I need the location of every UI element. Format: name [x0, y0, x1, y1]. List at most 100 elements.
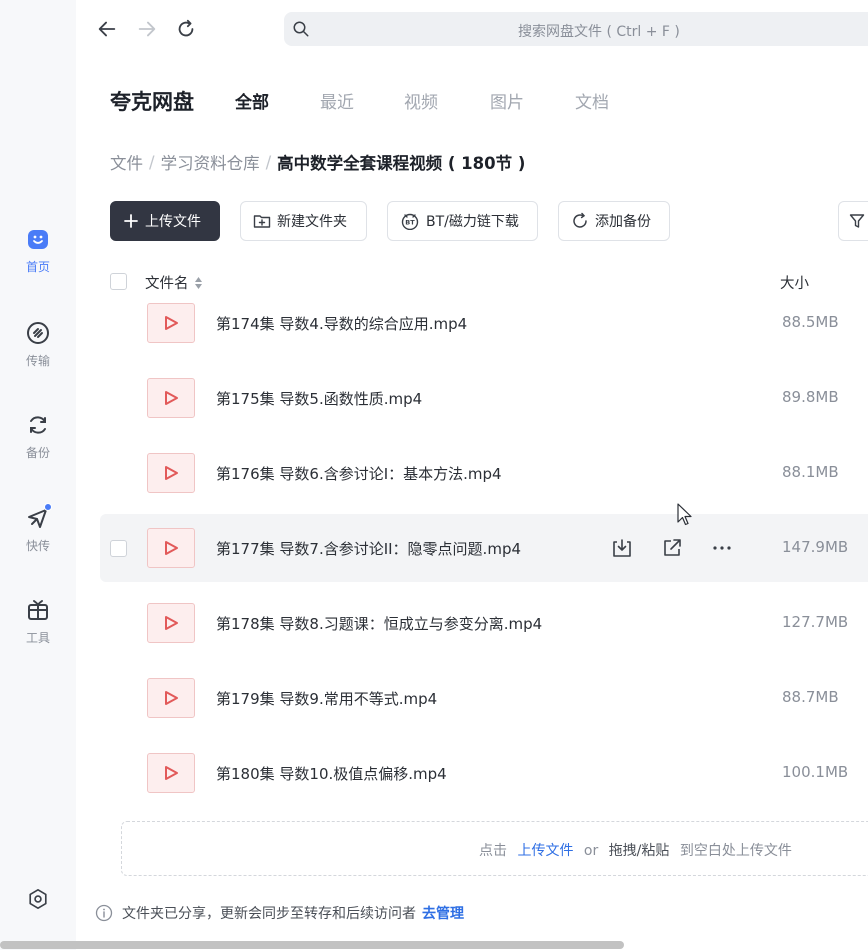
table-row[interactable]: 第177集 导数7.含参讨论II：隐零点问题.mp4 147.9MB	[100, 514, 868, 582]
breadcrumb-current: 高中数学全套课程视频 ( 180节 )	[277, 154, 526, 173]
filter-icon	[849, 213, 865, 229]
backup-icon	[25, 412, 51, 438]
file-name[interactable]: 第177集 导数7.含参讨论II：隐零点问题.mp4	[216, 538, 521, 559]
info-icon	[95, 904, 113, 922]
search-icon	[292, 20, 310, 42]
more-button[interactable]	[710, 536, 734, 560]
back-button[interactable]	[94, 16, 120, 42]
toolbox-icon	[25, 597, 51, 623]
refresh-button[interactable]	[173, 16, 199, 42]
refresh-icon	[178, 19, 194, 37]
video-file-icon	[147, 528, 195, 568]
dropzone-upload-link[interactable]: 上传文件	[517, 843, 573, 859]
upload-button-label: 上传文件	[145, 214, 201, 230]
rail-item-home[interactable]: 首页	[0, 226, 76, 275]
table-row[interactable]: 第179集 导数9.常用不等式.mp4 88.7MB	[100, 664, 868, 732]
file-size: 89.8MB	[782, 388, 839, 406]
breadcrumb-separator: /	[149, 152, 155, 172]
video-file-icon	[147, 453, 195, 493]
bt-download-label: BT/磁力链下载	[426, 214, 519, 230]
video-file-icon	[147, 303, 195, 343]
horizontal-scrollbar[interactable]	[0, 941, 624, 949]
video-file-icon	[147, 603, 195, 643]
filter-button[interactable]	[838, 201, 868, 241]
notice-text: 文件夹已分享，更新会同步至转存和后续访问者	[122, 906, 416, 922]
app-title: 夸克网盘	[110, 90, 194, 114]
sort-icon	[194, 276, 203, 290]
video-file-icon	[147, 678, 195, 718]
rail-item-backup[interactable]: 备份	[0, 412, 76, 461]
settings-button[interactable]	[0, 886, 76, 912]
file-size: 147.9MB	[782, 538, 849, 556]
file-name[interactable]: 第180集 导数10.极值点偏移.mp4	[216, 763, 447, 784]
table-row[interactable]: 第175集 导数5.函数性质.mp4 89.8MB	[100, 364, 868, 432]
dropzone-tail-text: 到空白处上传文件	[679, 843, 792, 859]
download-button[interactable]	[610, 536, 634, 560]
dropzone-or-text: or	[583, 843, 599, 859]
dropzone-text: 点击 上传文件 or 拖拽/粘贴 到空白处上传文件	[479, 840, 792, 860]
backup-sync-icon	[571, 212, 589, 230]
video-file-icon	[147, 753, 195, 793]
bt-icon: BT	[400, 212, 420, 230]
plus-icon	[123, 213, 139, 229]
file-size: 88.5MB	[782, 313, 839, 331]
quick-send-icon	[25, 503, 52, 531]
file-name[interactable]: 第179集 导数9.常用不等式.mp4	[216, 688, 437, 709]
row-checkbox[interactable]	[110, 540, 127, 557]
settings-icon	[25, 886, 51, 912]
rail-label-quick-send: 快传	[25, 539, 50, 553]
dropzone-drag-text: 拖拽/粘贴	[608, 843, 670, 859]
file-size: 88.7MB	[782, 688, 839, 706]
rail-item-quick-send[interactable]: 快传	[0, 503, 76, 554]
forward-button[interactable]	[134, 16, 160, 42]
notification-dot	[44, 503, 52, 511]
file-name[interactable]: 第176集 导数6.含参讨论I：基本方法.mp4	[216, 463, 502, 484]
rail-label-home: 首页	[25, 260, 50, 274]
svg-text:BT: BT	[405, 219, 415, 227]
video-file-icon	[147, 378, 195, 418]
upload-button[interactable]: 上传文件	[110, 201, 220, 241]
tab-image[interactable]: 图片	[490, 88, 524, 113]
table-row[interactable]: 第174集 导数4.导数的综合应用.mp4 88.5MB	[100, 289, 868, 357]
table-row[interactable]: 第178集 导数8.习题课：恒成立与参变分离.mp4 127.7MB	[100, 589, 868, 657]
upload-dropzone[interactable]: 点击 上传文件 or 拖拽/粘贴 到空白处上传文件	[121, 821, 868, 876]
home-icon	[25, 226, 51, 252]
manage-link[interactable]: 去管理	[422, 903, 464, 923]
arrow-left-icon	[98, 21, 116, 37]
rail-item-transfer[interactable]: 传输	[0, 320, 76, 369]
breadcrumb-item-library[interactable]: 学习资料仓库	[161, 150, 260, 174]
add-backup-button[interactable]: 添加备份	[558, 201, 670, 241]
left-rail: 首页 传输 备份 快传 工具	[0, 0, 76, 950]
breadcrumb-item-files[interactable]: 文件	[110, 150, 143, 174]
search-input[interactable]: 搜索网盘文件 ( Ctrl + F )	[284, 12, 868, 46]
new-folder-label: 新建文件夹	[277, 214, 347, 230]
transfer-icon	[25, 320, 51, 346]
share-button[interactable]	[660, 536, 684, 560]
dropzone-click-text: 点击	[479, 843, 507, 859]
file-name[interactable]: 第174集 导数4.导数的综合应用.mp4	[216, 313, 467, 334]
file-size: 100.1MB	[782, 763, 849, 781]
search-placeholder: 搜索网盘文件 ( Ctrl + F )	[518, 24, 680, 40]
file-name[interactable]: 第178集 导数8.习题课：恒成立与参变分离.mp4	[216, 613, 542, 634]
mouse-cursor-icon	[677, 503, 692, 526]
rail-label-backup: 备份	[25, 446, 50, 460]
new-folder-icon	[253, 213, 271, 229]
rail-item-tools[interactable]: 工具	[0, 597, 76, 646]
share-icon	[664, 539, 681, 556]
breadcrumb: 文件 / 学习资料仓库 / 高中数学全套课程视频 ( 180节 )	[110, 150, 525, 174]
file-name[interactable]: 第175集 导数5.函数性质.mp4	[216, 388, 422, 409]
tab-recent[interactable]: 最近	[320, 88, 354, 113]
new-folder-button[interactable]: 新建文件夹	[240, 201, 367, 241]
more-icon	[713, 546, 731, 550]
download-icon	[613, 539, 631, 557]
tab-video[interactable]: 视频	[404, 88, 438, 113]
table-row[interactable]: 第180集 导数10.极值点偏移.mp4 100.1MB	[100, 739, 868, 807]
table-row[interactable]: 第176集 导数6.含参讨论I：基本方法.mp4 88.1MB	[100, 439, 868, 507]
tab-all[interactable]: 全部	[235, 88, 269, 113]
select-all-checkbox[interactable]	[110, 273, 127, 290]
bt-download-button[interactable]: BT BT/磁力链下载	[387, 201, 538, 241]
add-backup-label: 添加备份	[595, 214, 651, 230]
rail-label-transfer: 传输	[25, 354, 50, 368]
rail-label-tools: 工具	[25, 631, 50, 645]
tab-document[interactable]: 文档	[575, 88, 609, 113]
